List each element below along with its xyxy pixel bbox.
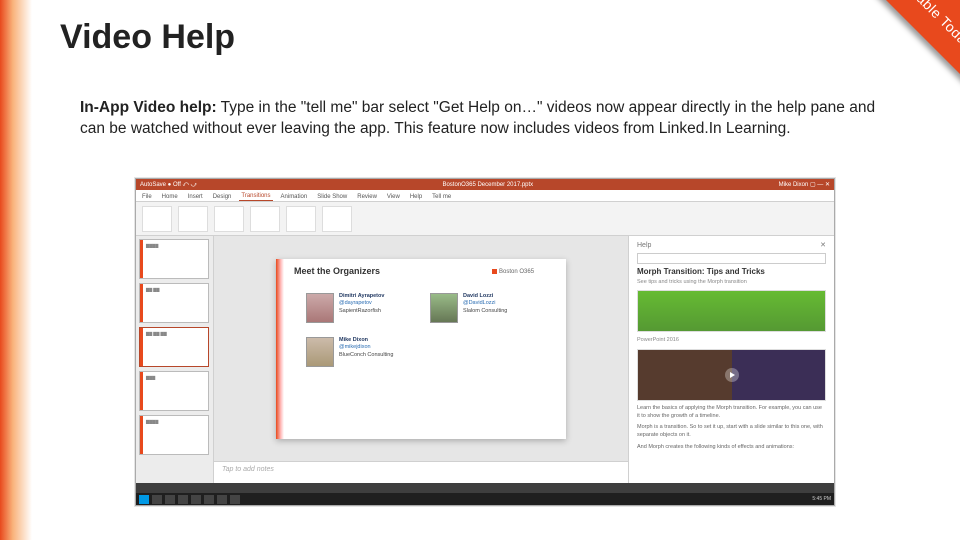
- tab-review[interactable]: Review: [355, 193, 379, 201]
- avatar: [306, 293, 334, 323]
- thumb[interactable]: ▇▇▇▇: [139, 415, 209, 455]
- help-pane-title: Help: [637, 242, 651, 249]
- ribbon-group[interactable]: [322, 206, 352, 232]
- ribbon-group[interactable]: [214, 206, 244, 232]
- taskbar-item[interactable]: [204, 495, 214, 504]
- ribbon-group[interactable]: [286, 206, 316, 232]
- video-thumbnail: [638, 350, 825, 400]
- help-pane: Help ✕ Morph Transition: Tips and Tricks…: [628, 236, 834, 483]
- organizers: Dimitri Ayrapetov @dayrapetov SapientRaz…: [306, 293, 552, 367]
- avatar: [430, 293, 458, 323]
- organizer-handle: @DavidLozzi: [463, 300, 507, 308]
- organizer-card: Dimitri Ayrapetov @dayrapetov SapientRaz…: [306, 293, 416, 323]
- tab-tellme[interactable]: Tell me: [430, 193, 453, 201]
- tab-insert[interactable]: Insert: [186, 193, 205, 201]
- editor-area: ▇▇▇▇ ▇▇ ▇▇ ▇▇ ▇▇ ▇▇ ▇▇▇ ▇▇▇▇ Meet the Or…: [136, 236, 834, 483]
- window-titlebar: AutoSave ● Off ⤺ ⤻ BostonO365 December 2…: [136, 179, 834, 190]
- powerpoint-window: AutoSave ● Off ⤺ ⤻ BostonO365 December 2…: [136, 179, 834, 505]
- tab-design[interactable]: Design: [211, 193, 234, 201]
- corner-badge-shape: [858, 0, 960, 102]
- organizer-name: David Lozzi: [463, 293, 507, 301]
- tab-animation[interactable]: Animation: [279, 193, 310, 201]
- windows-taskbar: 5:45 PM: [136, 493, 834, 505]
- organizer-handle: @mikejdixon: [339, 344, 393, 352]
- corner-badge: Available Today: [848, 0, 960, 112]
- thumb[interactable]: ▇▇▇: [139, 371, 209, 411]
- close-icon[interactable]: ✕: [820, 242, 826, 249]
- help-paragraph: And Morph creates the following kinds of…: [637, 444, 826, 452]
- canvas-wrap: Meet the Organizers Boston O365 Dimitri …: [214, 236, 628, 461]
- canvas-area: Meet the Organizers Boston O365 Dimitri …: [214, 236, 628, 483]
- taskbar-item[interactable]: [178, 495, 188, 504]
- embedded-screenshot: AutoSave ● Off ⤺ ⤻ BostonO365 December 2…: [135, 178, 835, 506]
- slide-thumbnails: ▇▇▇▇ ▇▇ ▇▇ ▇▇ ▇▇ ▇▇ ▇▇▇ ▇▇▇▇: [136, 236, 214, 483]
- help-pane-header: Help ✕: [637, 242, 826, 249]
- organizer-company: BlueConch Consulting: [339, 352, 393, 360]
- thumb[interactable]: ▇▇▇▇: [139, 239, 209, 279]
- play-icon: [725, 368, 739, 382]
- tab-home[interactable]: Home: [160, 193, 180, 201]
- brand-text: Boston O365: [499, 269, 534, 275]
- taskbar-item[interactable]: [152, 495, 162, 504]
- help-video-card[interactable]: [637, 349, 826, 401]
- slide-accent: [276, 259, 284, 439]
- help-video-card[interactable]: [637, 290, 826, 332]
- help-result-subtitle: See tips and tricks using the Morph tran…: [637, 280, 826, 286]
- brand-square-icon: [492, 269, 497, 274]
- start-button[interactable]: [139, 495, 149, 504]
- slide-title: Meet the Organizers: [294, 267, 380, 276]
- corner-badge-text: Available Today: [891, 0, 960, 53]
- taskbar-clock[interactable]: 5:45 PM: [812, 497, 831, 502]
- thumb-selected[interactable]: ▇▇ ▇▇ ▇▇: [139, 327, 209, 367]
- slide-brand: Boston O365: [492, 265, 552, 279]
- organizer-company: SapientRazorfish: [339, 308, 384, 316]
- organizer-name: Dimitri Ayrapetov: [339, 293, 384, 301]
- organizer-company: Slalom Consulting: [463, 308, 507, 316]
- tab-slideshow[interactable]: Slide Show: [315, 193, 349, 201]
- slide-accent-bar: [0, 0, 32, 540]
- help-result-title: Morph Transition: Tips and Tricks: [637, 268, 826, 276]
- organizer-card: David Lozzi @DavidLozzi Slalom Consultin…: [430, 293, 540, 323]
- statusbar: [136, 483, 834, 493]
- titlebar-center: BostonO365 December 2017.pptx: [201, 182, 775, 188]
- slide-canvas[interactable]: Meet the Organizers Boston O365 Dimitri …: [276, 259, 566, 439]
- tab-transitions[interactable]: Transitions: [239, 192, 272, 201]
- thumb[interactable]: ▇▇ ▇▇: [139, 283, 209, 323]
- ribbon-group[interactable]: [250, 206, 280, 232]
- ribbon-group[interactable]: [178, 206, 208, 232]
- body-lead: In-App Video help:: [80, 99, 217, 116]
- organizer-info: David Lozzi @DavidLozzi Slalom Consultin…: [463, 293, 507, 323]
- notes-pane[interactable]: Tap to add notes: [214, 461, 628, 483]
- tab-help[interactable]: Help: [408, 193, 424, 201]
- slide: Video Help Available Today In-App Video …: [0, 0, 960, 540]
- organizer-name: Mike Dixon: [339, 337, 393, 345]
- titlebar-right: Mike Dixon ▢ — ✕: [779, 182, 830, 188]
- organizer-info: Mike Dixon @mikejdixon BlueConch Consult…: [339, 337, 393, 367]
- taskbar-item[interactable]: [217, 495, 227, 504]
- ribbon-tabs: File Home Insert Design Transitions Anim…: [136, 190, 834, 202]
- help-paragraph: Learn the basics of applying the Morph t…: [637, 405, 826, 420]
- taskbar-item[interactable]: [191, 495, 201, 504]
- help-paragraph: Morph is a transition. So to set it up, …: [637, 424, 826, 439]
- page-title: Video Help: [60, 18, 235, 57]
- organizer-handle: @dayrapetov: [339, 300, 384, 308]
- tab-view[interactable]: View: [385, 193, 402, 201]
- taskbar-item[interactable]: [165, 495, 175, 504]
- organizer-card: Mike Dixon @mikejdixon BlueConch Consult…: [306, 337, 416, 367]
- titlebar-left: AutoSave ● Off ⤺ ⤻: [140, 182, 197, 188]
- avatar: [306, 337, 334, 367]
- taskbar-item[interactable]: [230, 495, 240, 504]
- tab-file[interactable]: File: [140, 193, 154, 201]
- organizer-info: Dimitri Ayrapetov @dayrapetov SapientRaz…: [339, 293, 384, 323]
- body-text: In-App Video help: Type in the "tell me"…: [80, 98, 900, 140]
- video-source-label: PowerPoint 2016: [637, 336, 826, 346]
- help-search-input[interactable]: [637, 253, 826, 264]
- ribbon-group[interactable]: [142, 206, 172, 232]
- ribbon-groups: [136, 202, 834, 236]
- video-thumbnail: [638, 291, 825, 331]
